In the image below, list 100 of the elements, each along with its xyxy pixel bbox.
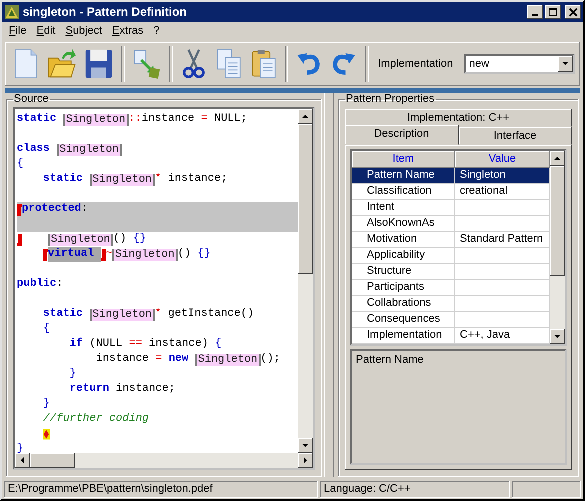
operator: = bbox=[156, 352, 162, 367]
close-button[interactable] bbox=[565, 5, 581, 19]
scroll-down-button[interactable] bbox=[550, 329, 565, 344]
operator: == bbox=[129, 337, 142, 352]
table-cell: Applicability bbox=[352, 248, 455, 264]
keyword: static bbox=[17, 112, 58, 127]
implementation-dropdown[interactable]: new bbox=[464, 54, 575, 74]
keyword: new bbox=[168, 352, 190, 367]
window-title: singleton - Pattern Definition bbox=[23, 5, 187, 19]
table-row[interactable]: Applicability bbox=[352, 248, 550, 264]
down-arrow-icon bbox=[302, 444, 309, 448]
maximize-button[interactable] bbox=[545, 5, 561, 19]
menu-item[interactable]: Edit bbox=[32, 25, 61, 37]
operator: :: bbox=[128, 112, 142, 127]
tab[interactable]: Interface bbox=[458, 127, 572, 145]
column-header[interactable]: Item bbox=[352, 151, 455, 168]
keyword: static bbox=[42, 172, 84, 187]
class-reference: Singleton bbox=[48, 234, 114, 246]
code-text: instance bbox=[142, 112, 196, 127]
table-cell: Pattern Name bbox=[352, 168, 455, 184]
language-status: Language: C/C++ bbox=[320, 481, 510, 498]
table-cell: Motivation bbox=[352, 232, 455, 248]
minimize-icon bbox=[532, 14, 538, 16]
code-text: (); bbox=[260, 352, 280, 367]
table-row[interactable]: Participants bbox=[352, 280, 550, 296]
table-row[interactable]: Collabrations bbox=[352, 296, 550, 312]
table-cell: Consequences bbox=[352, 312, 455, 328]
code-text: () bbox=[113, 232, 128, 247]
code-comment: //further coding bbox=[42, 412, 150, 427]
table-cell: Intent bbox=[352, 200, 455, 216]
column-header[interactable]: Value bbox=[455, 151, 550, 168]
operator: ~ bbox=[106, 247, 112, 262]
menu-item[interactable]: ? bbox=[148, 25, 165, 37]
properties-title: Pattern Properties bbox=[345, 93, 436, 105]
brace: {} bbox=[133, 232, 146, 247]
left-arrow-icon bbox=[20, 457, 24, 464]
vertical-scrollbar[interactable] bbox=[550, 151, 565, 344]
maximize-icon bbox=[548, 8, 558, 16]
code-text: : bbox=[81, 202, 88, 217]
code-editor[interactable] bbox=[15, 109, 298, 453]
selected-keyword: virtual bbox=[48, 247, 101, 262]
table-row[interactable]: Pattern Name Singleton bbox=[352, 168, 550, 184]
copy-icon bbox=[214, 47, 243, 81]
brace: { bbox=[215, 337, 222, 352]
menu-item[interactable]: Subject bbox=[60, 25, 108, 37]
brace: {} bbox=[198, 247, 211, 262]
table-row[interactable]: AlsoKnownAs bbox=[352, 216, 550, 232]
class-reference: Singleton bbox=[90, 308, 156, 320]
table-row[interactable]: Structure bbox=[352, 264, 550, 280]
description-text: Pattern Name bbox=[356, 354, 424, 366]
keyword: static bbox=[42, 307, 84, 322]
code-text: (NULL bbox=[88, 337, 124, 352]
vertical-scrollbar[interactable] bbox=[298, 109, 313, 453]
code-text: getInstance() bbox=[167, 307, 254, 322]
table-row[interactable]: Classification creational bbox=[352, 184, 550, 200]
table-cell: Collabrations bbox=[352, 296, 455, 312]
dropdown-arrow-button[interactable] bbox=[558, 56, 573, 72]
down-arrow-icon bbox=[554, 334, 561, 338]
brace: } bbox=[42, 397, 50, 412]
table-row[interactable]: Motivation Standard Pattern bbox=[352, 232, 550, 248]
splitter[interactable] bbox=[324, 93, 334, 477]
scroll-left-button[interactable] bbox=[15, 453, 30, 468]
brace: } bbox=[68, 367, 76, 382]
scroll-up-button[interactable] bbox=[298, 109, 313, 124]
scroll-thumb[interactable] bbox=[298, 124, 313, 274]
code-text: instance bbox=[95, 352, 150, 367]
scroll-up-button[interactable] bbox=[550, 151, 565, 166]
minimize-button[interactable] bbox=[527, 5, 543, 19]
up-arrow-icon bbox=[302, 114, 309, 118]
keyword: return bbox=[68, 382, 110, 397]
horizontal-scrollbar[interactable] bbox=[15, 453, 313, 468]
tab[interactable]: Implementation: C++ bbox=[345, 109, 572, 127]
code-text: instance; bbox=[115, 382, 176, 397]
scroll-down-button[interactable] bbox=[298, 438, 313, 453]
brace: } bbox=[17, 442, 24, 453]
table-cell: Classification bbox=[352, 184, 455, 200]
table-row[interactable]: Consequences bbox=[352, 312, 550, 328]
implementation-label: Implementation bbox=[378, 58, 454, 70]
tab[interactable]: Description bbox=[345, 125, 458, 145]
table-row[interactable]: Intent bbox=[352, 200, 550, 216]
operator: * bbox=[155, 307, 162, 322]
menu-item[interactable]: File bbox=[4, 25, 32, 37]
menu-item[interactable]: Extras bbox=[107, 25, 149, 37]
class-reference: Singleton bbox=[112, 248, 178, 260]
region-end-marker bbox=[100, 248, 106, 260]
code-text: NULL; bbox=[213, 112, 248, 127]
scroll-thumb[interactable] bbox=[550, 166, 565, 276]
table-cell: Participants bbox=[352, 280, 455, 296]
down-arrow-icon bbox=[562, 62, 569, 66]
source-title: Source bbox=[13, 93, 50, 105]
code-text: () bbox=[178, 247, 192, 262]
code-text: instance; bbox=[167, 172, 228, 187]
keyword: protected bbox=[22, 202, 82, 217]
region-end-marker bbox=[17, 234, 22, 246]
scroll-right-button[interactable] bbox=[298, 453, 313, 468]
right-arrow-icon bbox=[304, 457, 308, 464]
table-row[interactable]: Implementation C++, Java bbox=[352, 328, 550, 344]
scroll-thumb[interactable] bbox=[30, 453, 75, 468]
keyword: public bbox=[17, 277, 57, 292]
operator: * bbox=[155, 172, 162, 187]
